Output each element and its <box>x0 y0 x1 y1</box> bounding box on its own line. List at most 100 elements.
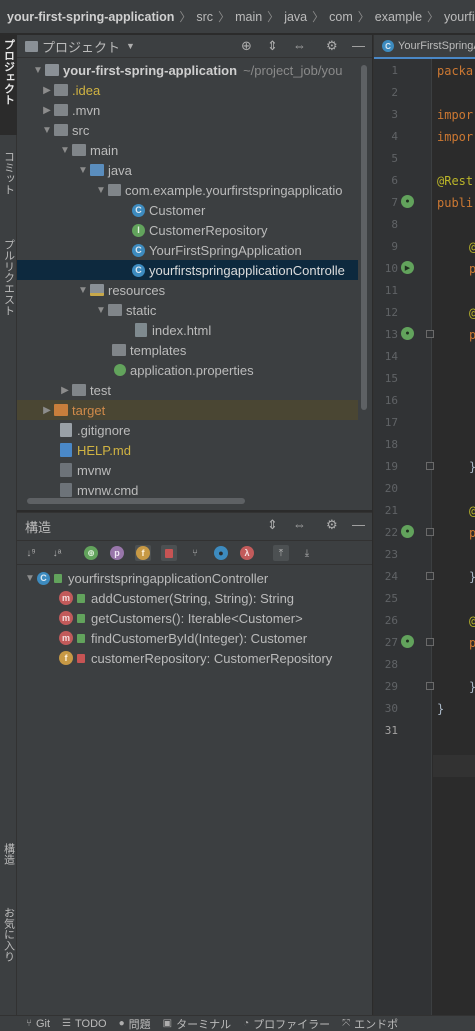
tree-row-mvnw-cmd[interactable]: mvnw.cmd <box>17 480 358 500</box>
tree-row-application[interactable]: C YourFirstSpringApplication <box>17 240 358 260</box>
tree-row-customer-repository[interactable]: I CustomerRepository <box>17 220 358 240</box>
breadcrumb-example[interactable]: example <box>375 10 422 24</box>
tree-row-test[interactable]: ▶ test <box>17 380 358 400</box>
expand-arrow-icon[interactable]: ▼ <box>58 145 72 156</box>
tree-row-src[interactable]: ▼ src <box>17 120 358 140</box>
autoscroll-from-source-icon[interactable]: ⤓ <box>299 545 315 561</box>
line-number: 6 <box>391 174 398 187</box>
tree-label: HELP.md <box>77 442 131 458</box>
gear-icon[interactable]: ⚙ <box>326 517 338 533</box>
show-hierarchy-icon[interactable]: ⑂ <box>187 545 203 561</box>
tree-row-gitignore[interactable]: .gitignore <box>17 420 358 440</box>
sort-alphabetically-icon[interactable]: ↓ᵃ <box>49 545 65 561</box>
breadcrumb-java[interactable]: java <box>284 10 307 24</box>
show-properties-icon[interactable]: p <box>109 545 125 561</box>
code-line: @ <box>469 302 475 324</box>
tree-row-main[interactable]: ▼ main <box>17 140 358 160</box>
markdown-file-icon <box>60 443 72 457</box>
spring-bean-gutter-icon[interactable]: ● <box>401 195 414 208</box>
request-mapping-gutter-icon[interactable]: ● <box>401 525 414 538</box>
terminal-label: ターミナル <box>176 1018 232 1031</box>
tree-row-application-properties[interactable]: application.properties <box>17 360 358 380</box>
tree-label: CustomerRepository <box>149 222 268 238</box>
show-anonymous-classes-icon[interactable]: ● <box>213 545 229 561</box>
tree-row-idea[interactable]: ▶ .idea <box>17 80 358 100</box>
breadcrumb-com[interactable]: com <box>329 10 353 24</box>
collapse-all-icon[interactable]: ⇔ <box>293 517 306 532</box>
tab-structure[interactable]: 構造 <box>0 839 17 889</box>
tree-row-customer[interactable]: C Customer <box>17 200 358 220</box>
todo-tool-button[interactable]: ☰ TODO <box>62 1018 107 1030</box>
gear-icon[interactable]: ⚙ <box>326 38 338 54</box>
tab-project[interactable]: プロジェクト <box>0 35 17 135</box>
tree-row-package[interactable]: ▼ com.example.yourfirstspringapplicatio <box>17 180 358 200</box>
editor-tab[interactable]: C YourFirstSpringAp <box>374 35 475 59</box>
request-mapping-gutter-icon[interactable]: ● <box>401 327 414 340</box>
expand-arrow-icon[interactable]: ▼ <box>76 165 90 176</box>
expand-arrow-icon[interactable]: ▼ <box>94 305 108 316</box>
tree-row-java[interactable]: ▼ java <box>17 160 358 180</box>
terminal-tool-button[interactable]: ▣ ターミナル <box>163 1016 231 1031</box>
tree-row-help-md[interactable]: HELP.md <box>17 440 358 460</box>
fold-marker-icon[interactable] <box>426 330 434 338</box>
tab-commit[interactable]: コミット <box>0 147 17 227</box>
collapsed-arrow-icon[interactable]: ▶ <box>58 385 72 396</box>
tree-row-templates[interactable]: templates <box>17 340 358 360</box>
fold-marker-icon[interactable] <box>426 462 434 470</box>
git-tool-button[interactable]: ⑂ Git <box>26 1018 50 1030</box>
problems-tool-button[interactable]: ● 問題 <box>119 1016 151 1031</box>
collapsed-arrow-icon[interactable]: ▶ <box>40 105 54 116</box>
endpoints-tool-button[interactable]: ⤧ エンドポ <box>342 1016 398 1031</box>
chevron-down-icon[interactable]: ▼ <box>126 41 135 51</box>
tree-row-index-html[interactable]: index.html <box>17 320 358 340</box>
minimize-icon[interactable]: — <box>352 38 365 53</box>
expand-all-icon[interactable]: ⇕ <box>267 517 278 533</box>
locate-icon[interactable]: ⊕ <box>241 38 252 54</box>
show-lambdas-icon[interactable]: λ <box>239 545 255 561</box>
fold-marker-icon[interactable] <box>426 682 434 690</box>
tab-favorites[interactable]: お気に入り <box>0 903 17 983</box>
expand-all-icon[interactable]: ⇕ <box>267 38 278 54</box>
tree-row-static[interactable]: ▼ static <box>17 300 358 320</box>
vertical-scrollbar[interactable] <box>361 65 367 410</box>
show-inherited-icon[interactable]: ⊕ <box>83 545 99 561</box>
profiler-tool-button[interactable]: ◔ プロファイラー <box>243 1016 330 1031</box>
tree-row-mvnw[interactable]: mvnw <box>17 460 358 480</box>
sort-by-visibility-icon[interactable]: ↓⁹ <box>23 545 39 561</box>
tab-pull-requests[interactable]: プルリクエスト <box>0 235 17 330</box>
fold-marker-icon[interactable] <box>426 638 434 646</box>
tree-row-resources[interactable]: ▼ resources <box>17 280 358 300</box>
show-non-public-icon[interactable] <box>161 545 177 561</box>
fold-marker-icon[interactable] <box>426 528 434 536</box>
structure-member[interactable]: m addCustomer(String, String): String <box>17 588 358 608</box>
expand-arrow-icon[interactable]: ▼ <box>40 125 54 136</box>
breadcrumb-package[interactable]: yourfirstsprin <box>444 10 475 24</box>
fold-marker-icon[interactable] <box>426 572 434 580</box>
show-fields-icon[interactable]: f <box>135 545 151 561</box>
request-mapping-gutter-icon[interactable]: ▶ <box>401 261 414 274</box>
expand-arrow-icon[interactable]: ▼ <box>76 285 90 296</box>
breadcrumb-src[interactable]: src <box>196 10 213 24</box>
minimize-icon[interactable]: — <box>352 517 365 532</box>
tree-row-mvn[interactable]: ▶ .mvn <box>17 100 358 120</box>
collapsed-arrow-icon[interactable]: ▶ <box>40 405 54 416</box>
structure-member[interactable]: m findCustomerById(Integer): Customer <box>17 628 358 648</box>
breadcrumb-main[interactable]: main <box>235 10 262 24</box>
tree-row-project-root[interactable]: ▼ your-first-spring-application ~/projec… <box>17 60 358 80</box>
expand-arrow-icon[interactable]: ▼ <box>23 573 37 584</box>
tree-row-controller[interactable]: C yourfirstspringapplicationControlle <box>17 260 358 280</box>
request-mapping-gutter-icon[interactable]: ● <box>401 635 414 648</box>
breadcrumb-project[interactable]: your-first-spring-application <box>7 10 174 24</box>
code-editor[interactable]: C YourFirstSpringAp 1 2 3 4 5 6 7 8 9 10… <box>373 35 475 1015</box>
structure-root[interactable]: ▼ C yourfirstspringapplicationController <box>17 568 358 588</box>
collapse-all-icon[interactable]: ⇔ <box>293 38 306 53</box>
tree-row-target[interactable]: ▶ target <box>17 400 358 420</box>
expand-arrow-icon[interactable]: ▼ <box>94 185 108 196</box>
structure-member[interactable]: f customerRepository: CustomerRepository <box>17 648 358 668</box>
project-panel-title[interactable]: プロジェクト <box>42 37 120 56</box>
autoscroll-to-source-icon[interactable]: ⤒ <box>273 545 289 561</box>
horizontal-scrollbar[interactable] <box>27 498 245 504</box>
collapsed-arrow-icon[interactable]: ▶ <box>40 85 54 96</box>
expand-arrow-icon[interactable]: ▼ <box>31 65 45 76</box>
structure-member[interactable]: m getCustomers(): Iterable<Customer> <box>17 608 358 628</box>
